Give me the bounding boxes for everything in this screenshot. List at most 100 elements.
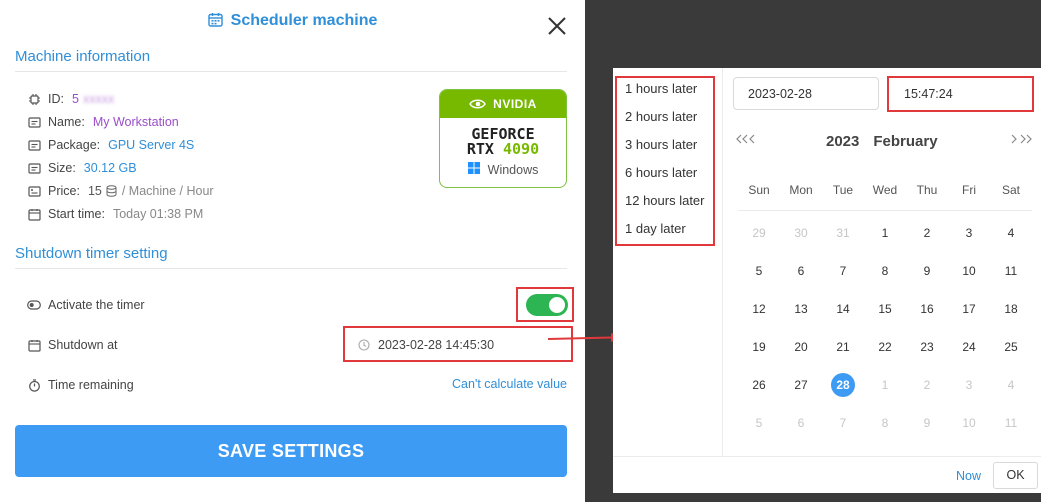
calendar-day[interactable]: 13 [780,297,822,321]
clock-icon [358,339,370,351]
prev-year-button[interactable] [736,131,748,147]
weekday-label: Thu [916,183,938,197]
header-month[interactable]: February [873,133,937,150]
calendar-day[interactable]: 1 [864,221,906,245]
preset-6h[interactable]: 6 hours later [625,165,697,180]
calendar-day-number: 7 [839,416,847,430]
start-value: Today 01:38 PM [112,207,204,221]
calendar-day-number: 6 [797,416,805,430]
picker-footer: Now OK [613,456,1041,493]
calendar-day[interactable]: 22 [864,335,906,359]
calendar-day[interactable]: 29 [738,221,780,245]
calendar-day-number: 23 [920,340,934,354]
preset-2h[interactable]: 2 hours later [625,109,697,124]
calendar-day-number: 1 [881,226,889,240]
database-icon [106,185,117,197]
calendar-day[interactable]: 8 [864,411,906,435]
shutdown-at-label: Shutdown at [48,338,118,352]
calendar-day[interactable]: 5 [738,259,780,283]
calendar-day[interactable]: 5 [738,411,780,435]
double-chevron-left-icon [736,134,748,144]
calendar-day[interactable]: 6 [780,259,822,283]
calendar-day[interactable]: 3 [948,221,990,245]
nvidia-logo: NVIDIA [440,90,566,118]
calendar-day[interactable]: 1 [864,373,906,397]
calendar-day[interactable]: 4 [990,221,1032,245]
calendar-day[interactable]: 12 [738,297,780,321]
calendar-day[interactable]: 16 [906,297,948,321]
calendar-day[interactable]: 11 [990,259,1032,283]
preset-1d[interactable]: 1 day later [625,221,686,236]
calendar-day[interactable]: 31 [822,221,864,245]
calendar-day[interactable]: 3 [948,373,990,397]
calendar-day[interactable]: 15 [864,297,906,321]
calendar-icon [27,338,41,352]
calendar-day-selected[interactable]: 28 [822,373,864,397]
prev-month-button[interactable] [748,131,756,147]
preset-1h[interactable]: 1 hours later [625,81,697,96]
machine-id-row: ID: 5 xxxxx [27,90,114,108]
calendar-day-number: 27 [794,378,808,392]
date-picker: 1 hours later 2 hours later 3 hours late… [613,68,1041,493]
machine-price-row: Price: 15 / Machine / Hour [27,182,214,200]
next-year-button[interactable] [1020,131,1032,147]
weekday-header: Sun Mon Tue Wed Thu Fri Sat [738,183,1032,211]
calendar-day[interactable]: 2 [906,373,948,397]
gpu-card: NVIDIA GEFORCE RTX 4090 Windows [439,89,567,188]
activate-timer-toggle[interactable] [526,294,568,316]
gpu-brand: NVIDIA [493,97,537,111]
close-icon[interactable] [545,14,569,38]
calendar-day[interactable]: 9 [906,259,948,283]
calendar-day[interactable]: 14 [822,297,864,321]
now-button[interactable]: Now [956,469,981,483]
time-remaining-value[interactable]: Can't calculate value [452,377,567,391]
calendar-day[interactable]: 24 [948,335,990,359]
calendar-day-number: 29 [752,226,766,240]
preset-list: 1 hours later 2 hours later 3 hours late… [613,68,723,456]
shutdown-datetime-value: 2023-02-28 14:45:30 [378,338,495,352]
calendar-icon [27,207,41,221]
calendar-day[interactable]: 30 [780,221,822,245]
calendar-day-number: 1 [881,378,889,392]
calendar-day[interactable]: 23 [906,335,948,359]
chevron-left-icon [749,134,755,144]
calendar-day[interactable]: 6 [780,411,822,435]
calendar-day[interactable]: 8 [864,259,906,283]
toggle-icon [27,298,41,312]
calendar-day[interactable]: 10 [948,259,990,283]
calendar-day[interactable]: 7 [822,411,864,435]
calendar-day-number: 30 [794,226,808,240]
calendar-day[interactable]: 27 [780,373,822,397]
calendar-day[interactable]: 20 [780,335,822,359]
ok-button[interactable]: OK [993,462,1038,489]
calendar-day[interactable]: 21 [822,335,864,359]
calendar-day[interactable]: 2 [906,221,948,245]
calendar-day[interactable]: 19 [738,335,780,359]
toggle-knob [549,297,565,313]
save-settings-button[interactable]: SAVE SETTINGS [15,425,567,477]
calendar-day[interactable]: 9 [906,411,948,435]
price-label: Price: [48,184,80,198]
time-input[interactable]: 15:47:24 [890,79,1031,109]
chevron-right-icon [1011,134,1017,144]
calendar-day-number: 4 [1007,378,1015,392]
preset-12h[interactable]: 12 hours later [625,193,705,208]
calendar-day[interactable]: 11 [990,411,1032,435]
card-icon [27,138,41,152]
calendar-day[interactable]: 10 [948,411,990,435]
calendar-day[interactable]: 17 [948,297,990,321]
calendar-day[interactable]: 25 [990,335,1032,359]
next-month-button[interactable] [1010,131,1018,147]
calendar-day[interactable]: 4 [990,373,1032,397]
calendar-day-number: 12 [752,302,766,316]
header-year[interactable]: 2023 [826,133,859,150]
preset-3h[interactable]: 3 hours later [625,137,697,152]
calendar-day[interactable]: 18 [990,297,1032,321]
calendar-day[interactable]: 7 [822,259,864,283]
weekday-label: Mon [789,183,813,197]
calendar-day[interactable]: 26 [738,373,780,397]
shutdown-datetime-field[interactable]: 2023-02-28 14:45:30 [349,333,569,357]
date-input[interactable]: 2023-02-28 [733,77,879,110]
gpu-line2: RTX 4090 [440,142,566,157]
weekday-label: Wed [872,183,898,197]
